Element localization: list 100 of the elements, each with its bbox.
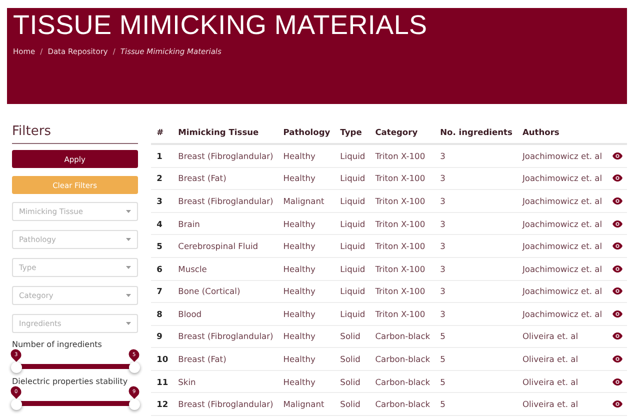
- table-cell: Liquid: [334, 280, 370, 303]
- table-cell: Joachimowicz et. al: [516, 234, 606, 258]
- table-cell: Healthy: [277, 302, 334, 326]
- table-cell: Breast (Fibroglandular): [172, 190, 278, 212]
- table-cell: Carbon-black: [369, 392, 434, 416]
- eye-icon[interactable]: [612, 152, 623, 160]
- caret-icon: [126, 238, 131, 241]
- table-cell: Joachimowicz et. al: [516, 280, 606, 303]
- table-cell: 5: [434, 370, 516, 393]
- table-cell: Malignant: [277, 190, 334, 212]
- table-cell: Liquid: [334, 212, 370, 235]
- eye-icon[interactable]: [612, 332, 623, 340]
- table-cell: Solid: [334, 348, 370, 370]
- table-cell: 11: [150, 370, 172, 393]
- slider-handle[interactable]: [11, 399, 22, 410]
- table-cell: Healthy: [277, 325, 334, 348]
- table-cell: 7: [150, 280, 172, 303]
- eye-icon[interactable]: [612, 220, 623, 228]
- table-cell: Breast (Fat): [172, 167, 278, 190]
- table-cell: Oliveira et. al: [516, 392, 606, 416]
- table-cell: Breast (Fat): [172, 348, 278, 370]
- table-cell: Cerebrospinal Fluid: [172, 234, 278, 258]
- slider-label: Number of ingredients: [12, 340, 103, 349]
- table-cell: Healthy: [277, 234, 334, 258]
- table-cell: Triton X-100: [369, 302, 434, 326]
- table-cell: Brain: [172, 212, 278, 235]
- table-cell: Bone (Cortical): [172, 280, 278, 303]
- table-cell: 3: [150, 190, 172, 212]
- caret-icon: [126, 294, 131, 297]
- table-cell: Triton X-100: [369, 234, 434, 258]
- table-cell: 8: [150, 302, 172, 326]
- table-cell: Healthy: [277, 257, 334, 280]
- table-cell: Liquid: [334, 234, 370, 258]
- table-cell: Blood: [172, 302, 278, 326]
- table-cell: Joachimowicz et. al: [516, 167, 606, 190]
- slider-handle[interactable]: [11, 362, 22, 373]
- column-header: #: [150, 127, 172, 144]
- table-cell: Triton X-100: [369, 190, 434, 212]
- table-cell: Breast (Fibroglandular): [172, 325, 278, 348]
- table-cell: Liquid: [334, 144, 370, 168]
- table-cell: 3: [434, 144, 516, 168]
- slider-handle[interactable]: [128, 399, 140, 410]
- table-cell: Carbon-black: [369, 370, 434, 393]
- column-header: No. ingredients: [434, 127, 516, 144]
- table-cell: 4: [150, 212, 172, 235]
- table-cell: Malignant: [277, 392, 334, 416]
- table-cell: 6: [150, 257, 172, 280]
- caret-icon: [126, 210, 131, 213]
- table-cell: Healthy: [277, 167, 334, 190]
- slider-label: Dielectric properties stability: [12, 377, 129, 386]
- table-cell: Joachimowicz et. al: [516, 212, 606, 235]
- eye-icon[interactable]: [612, 287, 623, 296]
- page-title: TISSUE MIMICKING MATERIALS: [13, 10, 428, 41]
- table-cell: Joachimowicz et. al: [516, 190, 606, 212]
- table-cell: Oliveira et. al: [516, 325, 606, 348]
- slider-handle[interactable]: [128, 362, 140, 373]
- table-cell: Healthy: [277, 370, 334, 393]
- table-cell: 3: [434, 190, 516, 212]
- table-cell: Carbon-black: [369, 325, 434, 348]
- table-cell: 5: [150, 234, 172, 258]
- table-cell: Healthy: [277, 144, 334, 168]
- table-cell: 9: [150, 325, 172, 348]
- table-cell: Triton X-100: [369, 144, 434, 168]
- table-cell: Triton X-100: [369, 257, 434, 280]
- column-header: Mimicking Tissue: [172, 127, 278, 144]
- eye-icon[interactable]: [612, 264, 623, 273]
- table-cell: 3: [434, 280, 516, 303]
- table-cell: Triton X-100: [369, 167, 434, 190]
- table-cell: 5: [434, 325, 516, 348]
- table-cell: Oliveira et. al: [516, 370, 606, 393]
- table-cell: 12: [150, 392, 172, 416]
- table-cell: Oliveira et. al: [516, 348, 606, 370]
- table-cell: Liquid: [334, 257, 370, 280]
- table-cell: Liquid: [334, 190, 370, 212]
- eye-icon[interactable]: [612, 310, 623, 318]
- eye-icon[interactable]: [612, 242, 623, 250]
- table-cell: 1: [150, 144, 172, 168]
- eye-icon[interactable]: [612, 378, 623, 386]
- table-cell: Liquid: [334, 167, 370, 190]
- table-cell: 3: [434, 234, 516, 258]
- column-header: Authors: [516, 127, 606, 144]
- table-cell: Triton X-100: [369, 280, 434, 303]
- table-cell: Solid: [334, 370, 370, 393]
- column-header: Type: [334, 127, 370, 144]
- table-cell: Skin: [172, 370, 278, 393]
- eye-icon[interactable]: [612, 400, 623, 408]
- table-cell: Triton X-100: [369, 212, 434, 235]
- eye-icon[interactable]: [612, 196, 623, 205]
- eye-icon[interactable]: [612, 174, 623, 182]
- table-cell: Liquid: [334, 302, 370, 326]
- eye-icon[interactable]: [612, 355, 623, 364]
- table-cell: 5: [434, 392, 516, 416]
- table-cell: 3: [434, 212, 516, 235]
- table-cell: 5: [434, 348, 516, 370]
- filters-title: Filters: [12, 124, 138, 144]
- table-cell: Healthy: [277, 280, 334, 303]
- table-cell: Breast (Fibroglandular): [172, 144, 278, 168]
- table-cell: Carbon-black: [369, 348, 434, 370]
- table-cell: Joachimowicz et. al: [516, 144, 606, 168]
- table-cell: Healthy: [277, 348, 334, 370]
